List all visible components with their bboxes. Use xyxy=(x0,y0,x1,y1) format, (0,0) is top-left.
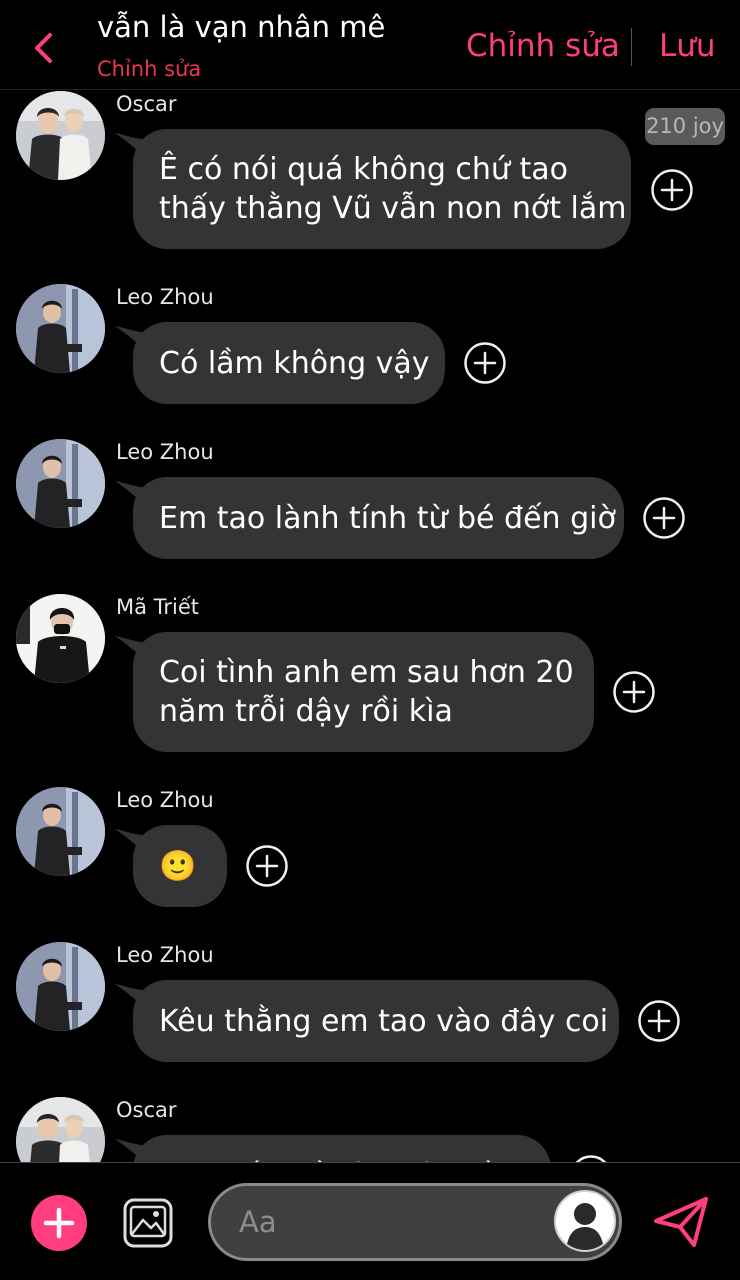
plus-icon xyxy=(43,1207,75,1239)
sender-name: Oscar xyxy=(116,92,177,116)
chat-subtitle[interactable]: Chỉnh sửa xyxy=(97,57,201,81)
add-reaction-button[interactable] xyxy=(463,341,507,385)
header-divider xyxy=(631,28,632,66)
back-button[interactable] xyxy=(28,30,58,66)
ma-triet-avatar[interactable] xyxy=(16,594,105,683)
image-icon xyxy=(123,1198,173,1248)
message-bubble[interactable]: Tạo vấn đề vào đây rồi xyxy=(133,1135,551,1162)
message-bubble[interactable]: Kêu thằng em tao vào đây coi xyxy=(133,980,619,1062)
add-reaction-icon xyxy=(643,497,685,539)
gallery-button[interactable] xyxy=(123,1198,173,1248)
message-bubble[interactable]: Em tao lành tính từ bé đến giờ xyxy=(133,477,624,559)
leo-avatar[interactable] xyxy=(16,439,105,528)
add-reaction-icon xyxy=(651,169,693,211)
message-input[interactable] xyxy=(239,1202,539,1242)
chat-header: vẫn là vạn nhân mê Chỉnh sửa Chỉnh sửa L… xyxy=(0,0,740,90)
sender-name: Leo Zhou xyxy=(116,440,214,464)
leo-avatar[interactable] xyxy=(16,284,105,373)
message-text: Coi tình anh em sau hơn 20 xyxy=(159,655,574,690)
message-text: năm trỗi dậy rồi kìa xyxy=(159,694,453,729)
joy-badge: 210 joy xyxy=(645,108,725,145)
add-reaction-icon xyxy=(464,342,506,384)
message-text: 🙂 xyxy=(159,848,197,884)
add-reaction-icon xyxy=(575,1155,607,1162)
add-reaction-button[interactable] xyxy=(642,496,686,540)
add-reaction-button[interactable] xyxy=(637,999,681,1043)
user-silhouette-icon xyxy=(566,1203,604,1250)
sender-name: Leo Zhou xyxy=(116,788,214,812)
message-list[interactable]: Oscar Ê có nói quá không chứ tao thấy thằn… xyxy=(0,90,740,1162)
leo-avatar[interactable] xyxy=(16,787,105,876)
sender-name: Leo Zhou xyxy=(116,285,214,309)
message-bubble[interactable]: Ê có nói quá không chứ tao thấy thằng Vũ … xyxy=(133,129,631,249)
message-text: Có lầm không vậy xyxy=(159,345,430,381)
oscar-avatar[interactable] xyxy=(16,91,105,180)
message-text: Kêu thằng em tao vào đây coi xyxy=(159,1003,609,1039)
add-reaction-button[interactable] xyxy=(245,844,289,888)
leo-avatar[interactable] xyxy=(16,942,105,1031)
send-icon xyxy=(654,1197,708,1247)
message-bubble[interactable]: Coi tình anh em sau hơn 20 năm trỗi dậy r… xyxy=(133,632,594,752)
send-button[interactable] xyxy=(652,1195,710,1249)
add-reaction-icon xyxy=(638,1000,680,1042)
add-reaction-icon xyxy=(246,845,288,887)
message-text: Ê có nói quá không chứ tao xyxy=(159,152,568,187)
message-input-container[interactable] xyxy=(208,1183,622,1261)
add-button[interactable] xyxy=(31,1195,87,1251)
sender-name: Mã Triết xyxy=(116,595,200,619)
chevron-left-icon xyxy=(35,33,52,63)
oscar-avatar[interactable] xyxy=(16,1097,105,1162)
message-composer xyxy=(0,1162,740,1280)
message-text: Em tao lành tính từ bé đến giờ xyxy=(159,500,616,536)
add-reaction-button[interactable] xyxy=(650,168,694,212)
edit-button[interactable]: Chỉnh sửa xyxy=(466,28,620,64)
sender-name: Oscar xyxy=(116,1098,177,1122)
save-button[interactable]: Lưu xyxy=(659,28,716,64)
persona-avatar-button[interactable] xyxy=(554,1190,616,1252)
sender-name: Leo Zhou xyxy=(116,943,214,967)
message-text: thấy thằng Vũ vẫn non nớt lắm xyxy=(159,191,627,226)
message-bubble[interactable]: Có lầm không vậy xyxy=(133,322,445,404)
add-reaction-icon xyxy=(613,671,655,713)
message-bubble[interactable]: 🙂 xyxy=(133,825,227,907)
add-reaction-button[interactable] xyxy=(612,670,656,714)
add-reaction-button[interactable] xyxy=(569,1154,613,1162)
chat-title[interactable]: vẫn là vạn nhân mê xyxy=(97,10,385,44)
